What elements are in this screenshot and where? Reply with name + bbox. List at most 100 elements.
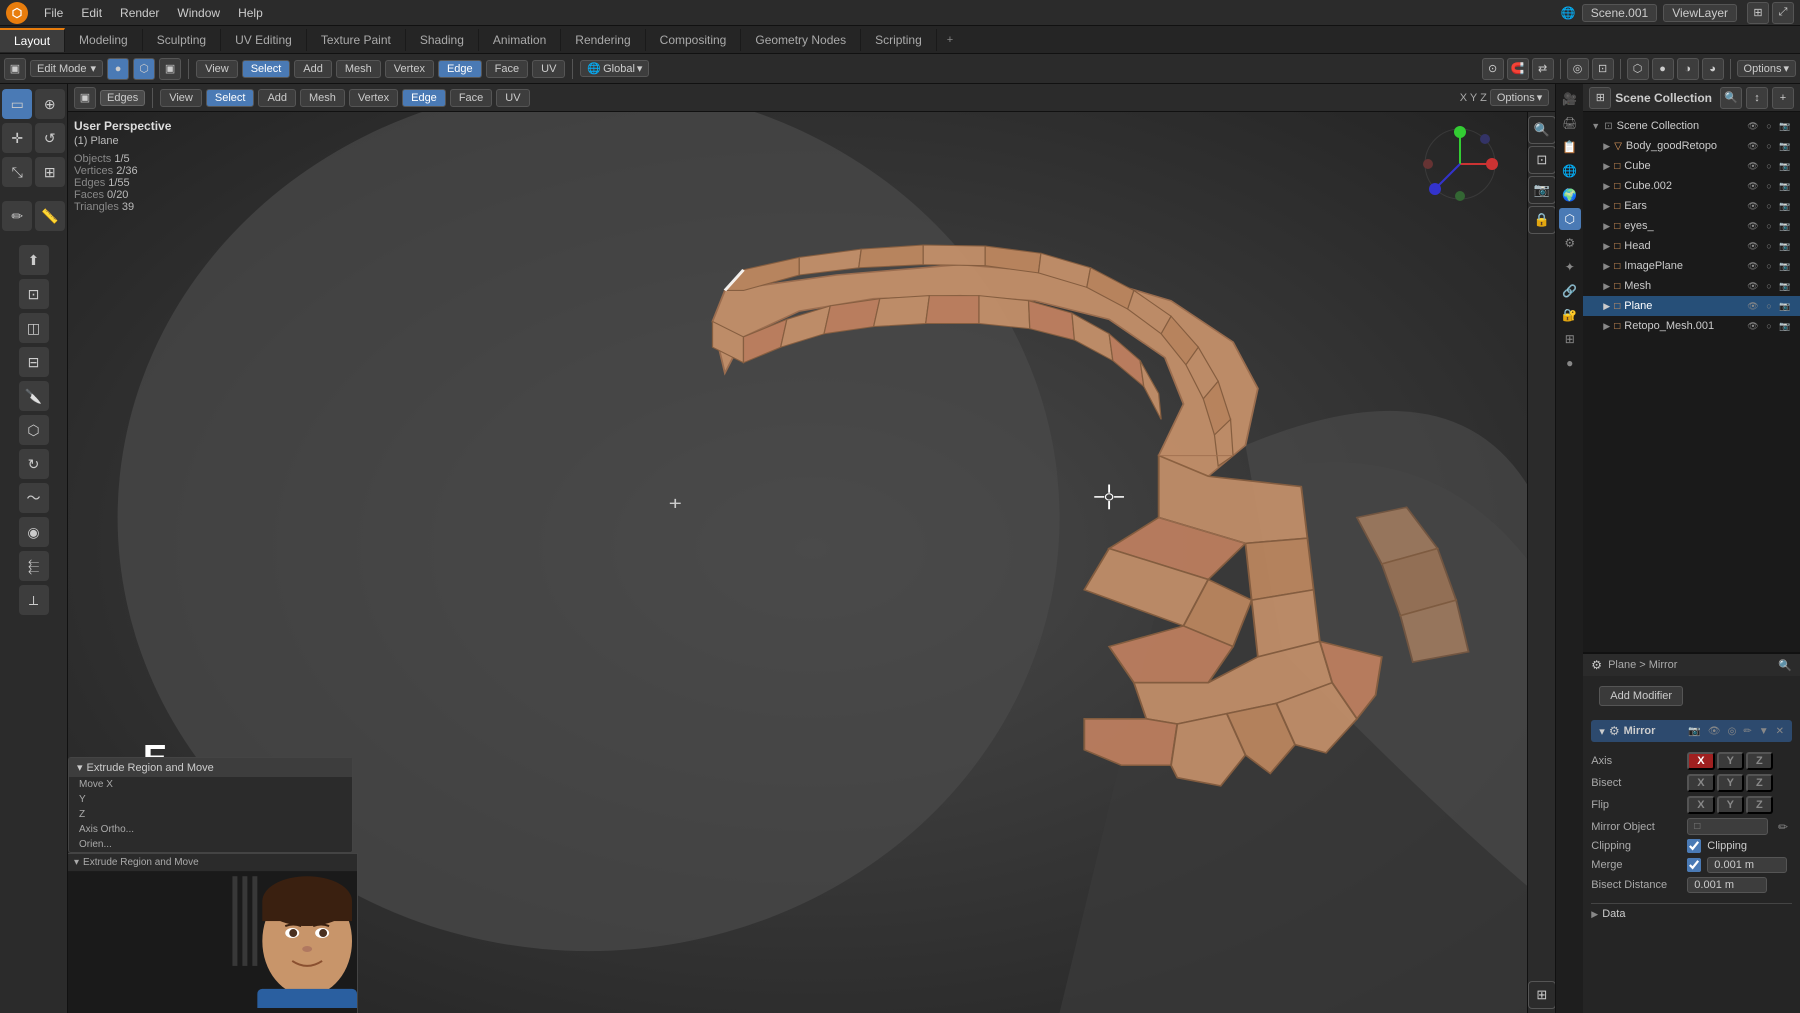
retopo-select[interactable]: ○ bbox=[1762, 319, 1776, 333]
view-menu-btn[interactable]: View bbox=[196, 60, 238, 78]
scene-item-retopo-mesh[interactable]: ▶ □ Retopo_Mesh.001 👁 ○ 📷 bbox=[1583, 316, 1800, 336]
bisect-z-btn[interactable]: Z bbox=[1746, 774, 1773, 792]
vertex-mode-btn[interactable]: ● bbox=[107, 58, 129, 80]
shear-tool[interactable]: ⬱ bbox=[19, 551, 49, 581]
loop-cut-tool[interactable]: ⊟ bbox=[19, 347, 49, 377]
plane-select[interactable]: ○ bbox=[1762, 299, 1776, 313]
tab-animation[interactable]: Animation bbox=[479, 29, 561, 51]
add-workspace-btn[interactable]: + bbox=[937, 30, 963, 50]
scene-item-plane[interactable]: ▶ □ Plane 👁 ○ 📷 bbox=[1583, 296, 1800, 316]
scene-item-cube[interactable]: ▶ □ Cube 👁 ○ 📷 bbox=[1583, 156, 1800, 176]
item-0-select[interactable]: ○ bbox=[1762, 139, 1776, 153]
cube-render[interactable]: 📷 bbox=[1778, 159, 1792, 173]
vp-options-btn[interactable]: Options▾ bbox=[1490, 89, 1549, 106]
object-props-icon[interactable]: ⬡ bbox=[1559, 208, 1581, 230]
mirror-object-field[interactable]: □ bbox=[1687, 818, 1768, 835]
modifier-eye-icon[interactable]: 👁 bbox=[1708, 726, 1721, 737]
uv-menu-btn[interactable]: UV bbox=[532, 60, 565, 78]
vp-edge-btn[interactable]: Edge bbox=[402, 89, 446, 107]
bisect-y-btn[interactable]: Y bbox=[1717, 774, 1744, 792]
material-props-icon[interactable]: ● bbox=[1559, 352, 1581, 374]
rotate-tool[interactable]: ↺ bbox=[35, 123, 65, 153]
scene-collection-root[interactable]: ▼ ⊡ Scene Collection 👁 ○ 📷 bbox=[1583, 116, 1800, 136]
plane-eye[interactable]: 👁 bbox=[1746, 299, 1760, 313]
tab-scripting[interactable]: Scripting bbox=[861, 29, 937, 51]
menu-file[interactable]: File bbox=[36, 4, 71, 22]
view-layer-icon[interactable]: 📋 bbox=[1559, 136, 1581, 158]
physics-props-icon[interactable]: 🔗 bbox=[1559, 280, 1581, 302]
mirror-object-edit-btn[interactable]: ✏ bbox=[1774, 820, 1792, 834]
snap-btn[interactable]: 🧲 bbox=[1507, 58, 1529, 80]
transform-orientation[interactable]: 🌐 Global ▾ bbox=[580, 60, 649, 77]
select-box-tool[interactable]: ▭ bbox=[2, 89, 32, 119]
scene-item-head[interactable]: ▶ □ Head 👁 ○ 📷 bbox=[1583, 236, 1800, 256]
move-tool[interactable]: ✛ bbox=[2, 123, 32, 153]
viewport-canvas[interactable]: X Y Z bbox=[68, 84, 1555, 1013]
options-btn[interactable]: Options ▾ bbox=[1737, 60, 1796, 77]
plane-render[interactable]: 📷 bbox=[1778, 299, 1792, 313]
tab-compositing[interactable]: Compositing bbox=[646, 29, 742, 51]
inset-tool[interactable]: ⊡ bbox=[19, 279, 49, 309]
item-0-render[interactable]: 📷 bbox=[1778, 139, 1792, 153]
eyes-select[interactable]: ○ bbox=[1762, 219, 1776, 233]
operator-panel[interactable]: ▾ Extrude Region and Move Move X Y Z Axi… bbox=[68, 757, 353, 853]
bisect-x-btn[interactable]: X bbox=[1687, 774, 1714, 792]
particle-props-icon[interactable]: ✦ bbox=[1559, 256, 1581, 278]
head-select[interactable]: ○ bbox=[1762, 239, 1776, 253]
edges-select-mode[interactable]: Edges bbox=[100, 90, 145, 106]
mini-video-collapse-icon[interactable]: ▾ bbox=[74, 857, 79, 868]
cube-select[interactable]: ○ bbox=[1762, 159, 1776, 173]
vp-select-btn[interactable]: Select bbox=[206, 89, 255, 107]
vp-mesh-btn[interactable]: Mesh bbox=[300, 89, 345, 107]
measure-tool[interactable]: 📏 bbox=[35, 201, 65, 231]
material-mode-btn[interactable]: ◑ bbox=[1677, 58, 1699, 80]
outliner-add-btn[interactable]: + bbox=[1772, 87, 1794, 109]
cube002-render[interactable]: 📷 bbox=[1778, 179, 1792, 193]
scene-item-mesh[interactable]: ▶ □ Mesh 👁 ○ 📷 bbox=[1583, 276, 1800, 296]
mesh-eye[interactable]: 👁 bbox=[1746, 279, 1760, 293]
transform-tool[interactable]: ⊞ bbox=[35, 157, 65, 187]
scene-item-ears[interactable]: ▶ □ Ears 👁 ○ 📷 bbox=[1583, 196, 1800, 216]
scene-name[interactable]: Scene.001 bbox=[1582, 4, 1657, 22]
data-props-icon[interactable]: ⊞ bbox=[1559, 328, 1581, 350]
edge-menu-btn[interactable]: Edge bbox=[438, 60, 482, 78]
extrude-tool[interactable]: ⬆ bbox=[19, 245, 49, 275]
tab-sculpting[interactable]: Sculpting bbox=[143, 29, 221, 51]
imageplane-select[interactable]: ○ bbox=[1762, 259, 1776, 273]
vp-uv-btn[interactable]: UV bbox=[496, 89, 529, 107]
menu-render[interactable]: Render bbox=[112, 4, 167, 22]
cube002-eye[interactable]: 👁 bbox=[1746, 179, 1760, 193]
head-eye[interactable]: 👁 bbox=[1746, 239, 1760, 253]
editor-type-btn[interactable]: ▣ bbox=[4, 58, 26, 80]
overlay-btn[interactable]: ◎ bbox=[1567, 58, 1589, 80]
vp-face-btn[interactable]: Face bbox=[450, 89, 492, 107]
constraints-props-icon[interactable]: 🔐 bbox=[1559, 304, 1581, 326]
modifier-down-icon[interactable]: ▼ bbox=[1759, 726, 1769, 737]
add-menu-btn[interactable]: Add bbox=[294, 60, 332, 78]
mesh-select[interactable]: ○ bbox=[1762, 279, 1776, 293]
xray-btn[interactable]: ⊡ bbox=[1592, 58, 1614, 80]
vertex-menu-btn[interactable]: Vertex bbox=[385, 60, 434, 78]
ears-eye[interactable]: 👁 bbox=[1746, 199, 1760, 213]
viewport[interactable]: ▣ Edges View Select Add Mesh Vertex Edge… bbox=[68, 84, 1555, 1013]
lock-view-btn[interactable]: 🔒 bbox=[1528, 206, 1556, 234]
eye-action-btn[interactable]: 👁 bbox=[1746, 119, 1760, 133]
scale-tool[interactable]: ⤡ bbox=[2, 157, 32, 187]
modifier-render-icon[interactable]: ◎ bbox=[1728, 726, 1737, 737]
imageplane-eye[interactable]: 👁 bbox=[1746, 259, 1760, 273]
vp-vertex-btn[interactable]: Vertex bbox=[349, 89, 398, 107]
shrink-tool[interactable]: ◉ bbox=[19, 517, 49, 547]
rec-red-dot[interactable] bbox=[1359, 123, 1371, 135]
toggle-panel-btn[interactable]: ⊞ bbox=[1528, 981, 1556, 1009]
vp-add-btn[interactable]: Add bbox=[258, 89, 296, 107]
modifier-props-icon[interactable]: ⚙ bbox=[1559, 232, 1581, 254]
restrict-viewport-btn[interactable]: ○ bbox=[1762, 119, 1776, 133]
outliner-filter-btn[interactable]: 🔍 bbox=[1720, 87, 1742, 109]
eyes-render[interactable]: 📷 bbox=[1778, 219, 1792, 233]
output-props-icon[interactable]: 🖨 bbox=[1559, 112, 1581, 134]
annotate-tool[interactable]: ✏ bbox=[2, 201, 32, 231]
tab-modeling[interactable]: Modeling bbox=[65, 29, 143, 51]
menu-window[interactable]: Window bbox=[169, 4, 228, 22]
add-modifier-btn[interactable]: Add Modifier bbox=[1599, 686, 1683, 706]
imageplane-render[interactable]: 📷 bbox=[1778, 259, 1792, 273]
